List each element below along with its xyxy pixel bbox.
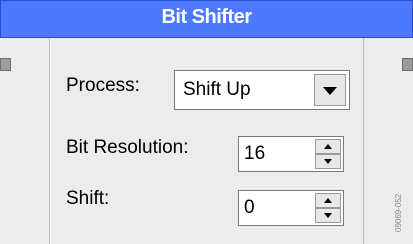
left-connector-pin[interactable] <box>0 58 11 71</box>
bit-resolution-label: Bit Resolution: <box>66 137 189 158</box>
shift-label: Shift: <box>66 188 110 209</box>
arrow-up-icon <box>324 144 332 149</box>
bit-resolution-increment-button[interactable] <box>315 139 341 154</box>
window-title: Bit Shifter <box>161 6 252 28</box>
right-connector-pin[interactable] <box>402 58 413 71</box>
process-label: Process: <box>66 75 140 96</box>
process-selected-value: Shift Up <box>183 79 251 100</box>
process-dropdown-button[interactable] <box>314 74 346 106</box>
arrow-down-icon <box>324 213 332 218</box>
figure-code: 09069-052 <box>394 193 403 232</box>
bit-resolution-stepper[interactable]: 16 <box>238 136 344 172</box>
title-bar[interactable]: Bit Shifter <box>0 0 413 38</box>
bit-resolution-value[interactable]: 16 <box>244 143 265 165</box>
arrow-down-icon <box>324 159 332 164</box>
bit-resolution-decrement-button[interactable] <box>315 154 341 169</box>
shift-value[interactable]: 0 <box>244 197 255 219</box>
process-dropdown[interactable]: Shift Up <box>174 70 350 110</box>
shift-increment-button[interactable] <box>315 193 341 208</box>
chevron-down-icon <box>323 87 337 95</box>
arrow-up-icon <box>324 198 332 203</box>
shift-stepper[interactable]: 0 <box>238 190 344 226</box>
shift-decrement-button[interactable] <box>315 208 341 223</box>
